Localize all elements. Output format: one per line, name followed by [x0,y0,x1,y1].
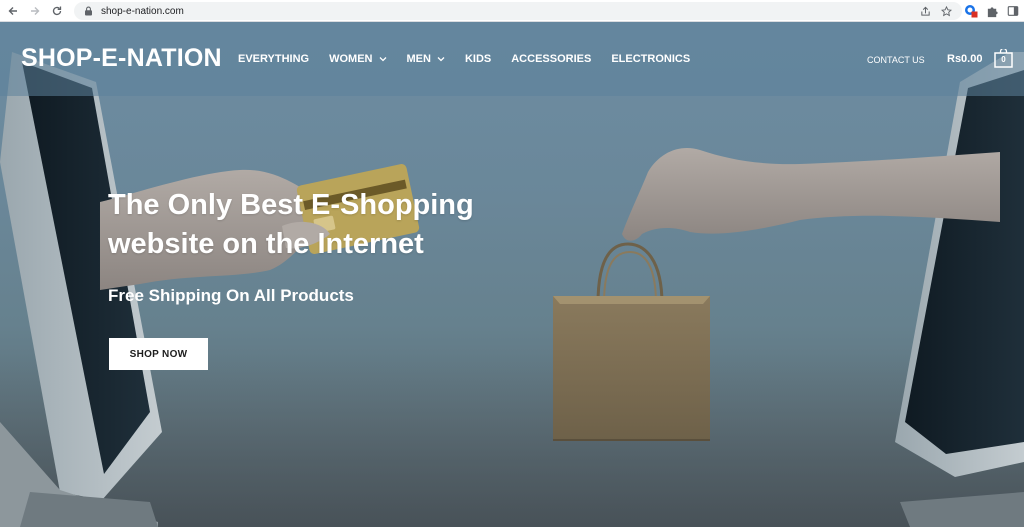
chevron-down-icon [379,57,386,62]
nav-item-label: KIDS [464,53,492,65]
share-icon[interactable] [920,6,931,17]
nav-item-electronics[interactable]: ELECTRONICS [611,53,690,65]
url-text[interactable]: shop-e-nation.com [101,6,184,17]
browser-toolbar: shop-e-nation.com [0,0,1024,22]
chevron-down-icon [437,57,445,62]
nav-item-label: WOMEN [329,53,373,65]
hero-title: The Only Best E-Shopping website on the … [108,189,474,260]
nav-item-everything[interactable]: EVERYTHING [238,53,309,65]
reload-button[interactable] [46,0,68,22]
extensions-area [964,0,1020,22]
cart-button[interactable]: 0 [994,47,1013,68]
nav-item-kids[interactable]: KIDS [465,53,491,65]
nav-item-label: ACCESSORIES [511,53,592,65]
nav-item-men[interactable]: MEN [407,53,445,65]
sidebar-icon [1007,6,1019,16]
extension-badge-button[interactable] [964,4,978,18]
nav-item-women[interactable]: WOMEN [329,53,386,65]
nav-item-label: MEN [406,53,431,65]
puzzle-icon [987,6,998,17]
hero-subtitle: Free Shipping On All Products [108,286,354,305]
address-bar[interactable]: shop-e-nation.com [74,2,962,20]
bookmark-star-icon[interactable] [941,5,952,17]
forward-button[interactable] [24,0,46,22]
shop-now-button[interactable]: SHOP NOW [109,338,208,370]
cart-total[interactable]: Rs0.00 [947,53,982,65]
contact-us-link[interactable]: CONTACT US [867,55,925,65]
forward-icon [31,6,40,15]
back-icon [8,6,17,15]
lock-icon[interactable] [84,6,93,16]
hero-background-image [0,52,1024,527]
nav-item-label: ELECTRONICS [611,53,691,65]
nav-item-accessories[interactable]: ACCESSORIES [511,53,591,65]
extensions-button[interactable] [985,4,999,18]
extension-badge-icon [965,5,978,18]
cart-count-badge: 0 [1001,55,1006,64]
hero-banner: SHOP-E-NATION EVERYTHING WOMEN MEN KIDS … [0,22,1024,527]
site-header: SHOP-E-NATION EVERYTHING WOMEN MEN KIDS … [0,22,1024,96]
main-navigation: EVERYTHING WOMEN MEN KIDS ACCESSORIES EL… [238,53,710,65]
back-button[interactable] [2,0,24,22]
reload-icon [52,6,62,15]
side-panel-button[interactable] [1006,4,1020,18]
site-logo[interactable]: SHOP-E-NATION [21,44,222,73]
nav-item-label: EVERYTHING [238,53,310,65]
